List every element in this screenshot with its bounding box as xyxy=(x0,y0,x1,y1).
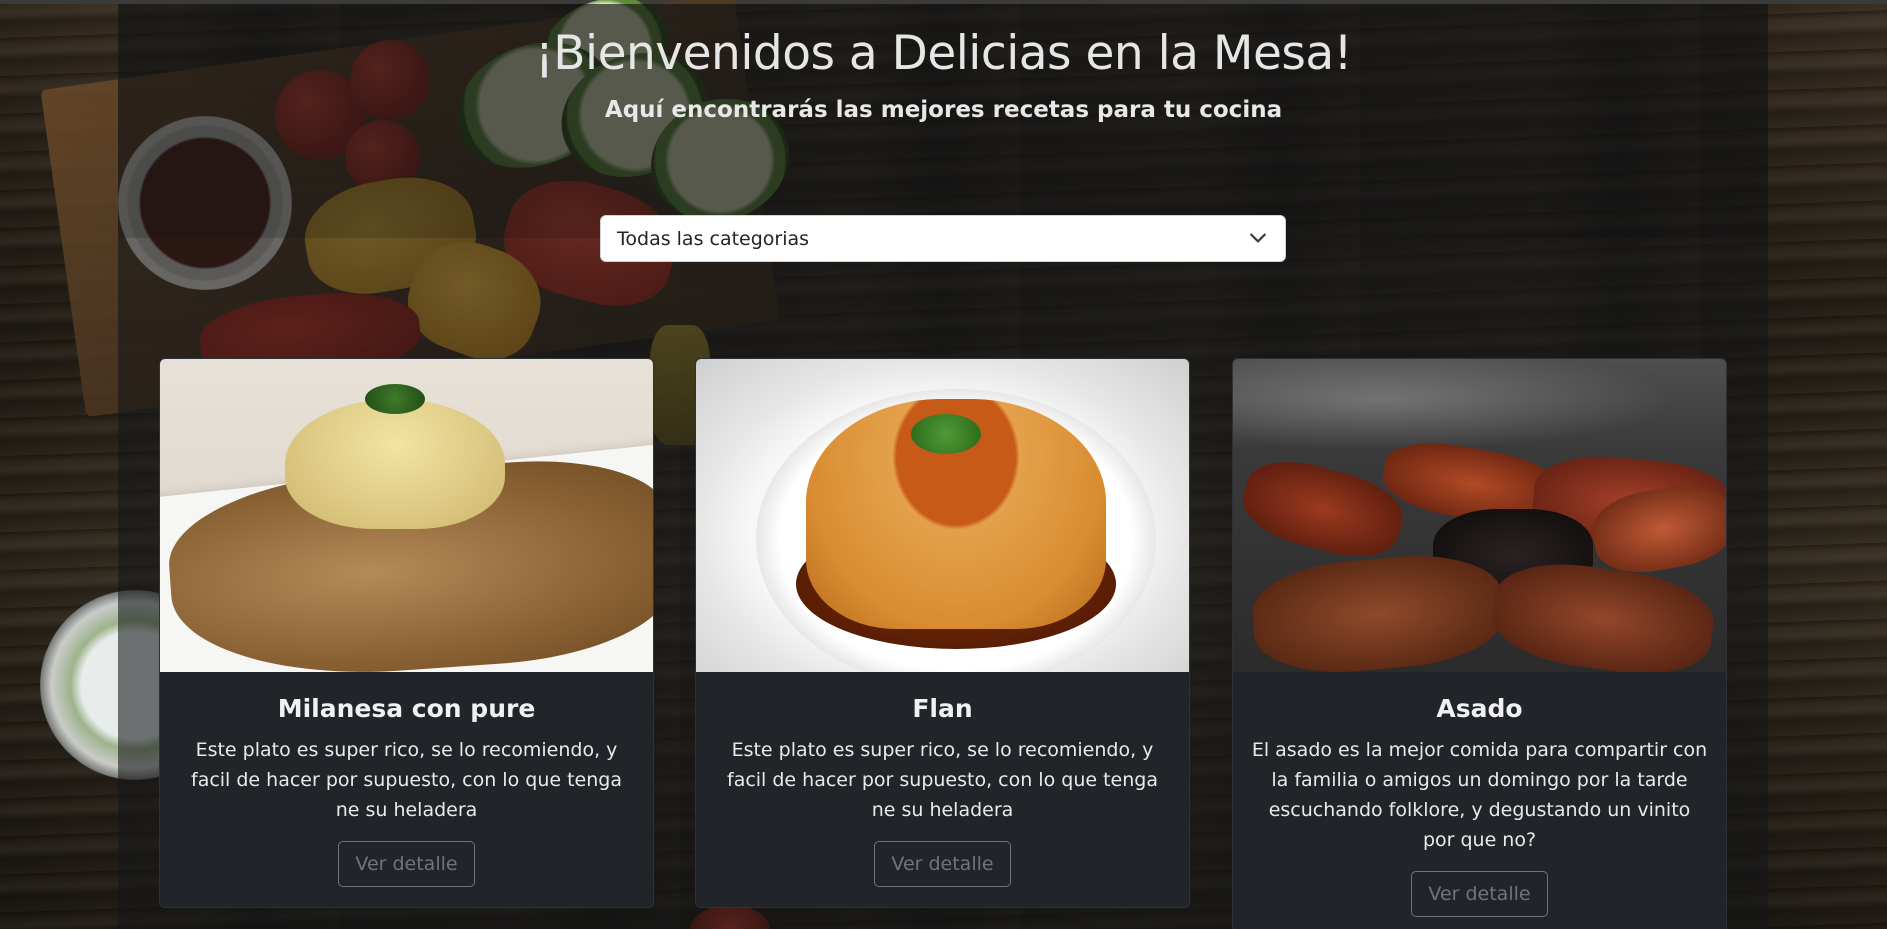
chevron-down-icon xyxy=(1250,233,1266,243)
recipe-image-milanesa xyxy=(160,359,653,672)
recipe-card-asado: Asado El asado es la mejor comida para c… xyxy=(1232,358,1727,929)
page-subtitle: Aquí encontrarás las mejores recetas par… xyxy=(604,97,1283,123)
recipe-title: Asado xyxy=(1436,694,1523,723)
recipe-title: Flan xyxy=(912,694,973,723)
recipe-description: Este plato es super rico, se lo recomien… xyxy=(191,739,622,821)
recipe-card-milanesa: Milanesa con pure Este plato es super ri… xyxy=(159,358,654,908)
page-title: ¡Bienvenidos a Delicias en la Mesa! xyxy=(534,26,1353,81)
category-select-value: Todas las categorias xyxy=(617,227,810,250)
recipe-title: Milanesa con pure xyxy=(277,694,536,723)
view-detail-button[interactable]: Ver detalle xyxy=(874,841,1011,887)
view-detail-button[interactable]: Ver detalle xyxy=(1411,871,1548,917)
category-select[interactable]: Todas las categorias xyxy=(600,215,1286,262)
recipe-image-flan xyxy=(696,359,1189,672)
recipe-image-asado xyxy=(1233,359,1726,672)
recipe-description: Este plato es super rico, se lo recomien… xyxy=(727,739,1158,821)
recipe-description: El asado es la mejor comida para compart… xyxy=(1251,739,1708,851)
recipe-card-flan: Flan Este plato es super rico, se lo rec… xyxy=(695,358,1190,908)
view-detail-button[interactable]: Ver detalle xyxy=(338,841,475,887)
